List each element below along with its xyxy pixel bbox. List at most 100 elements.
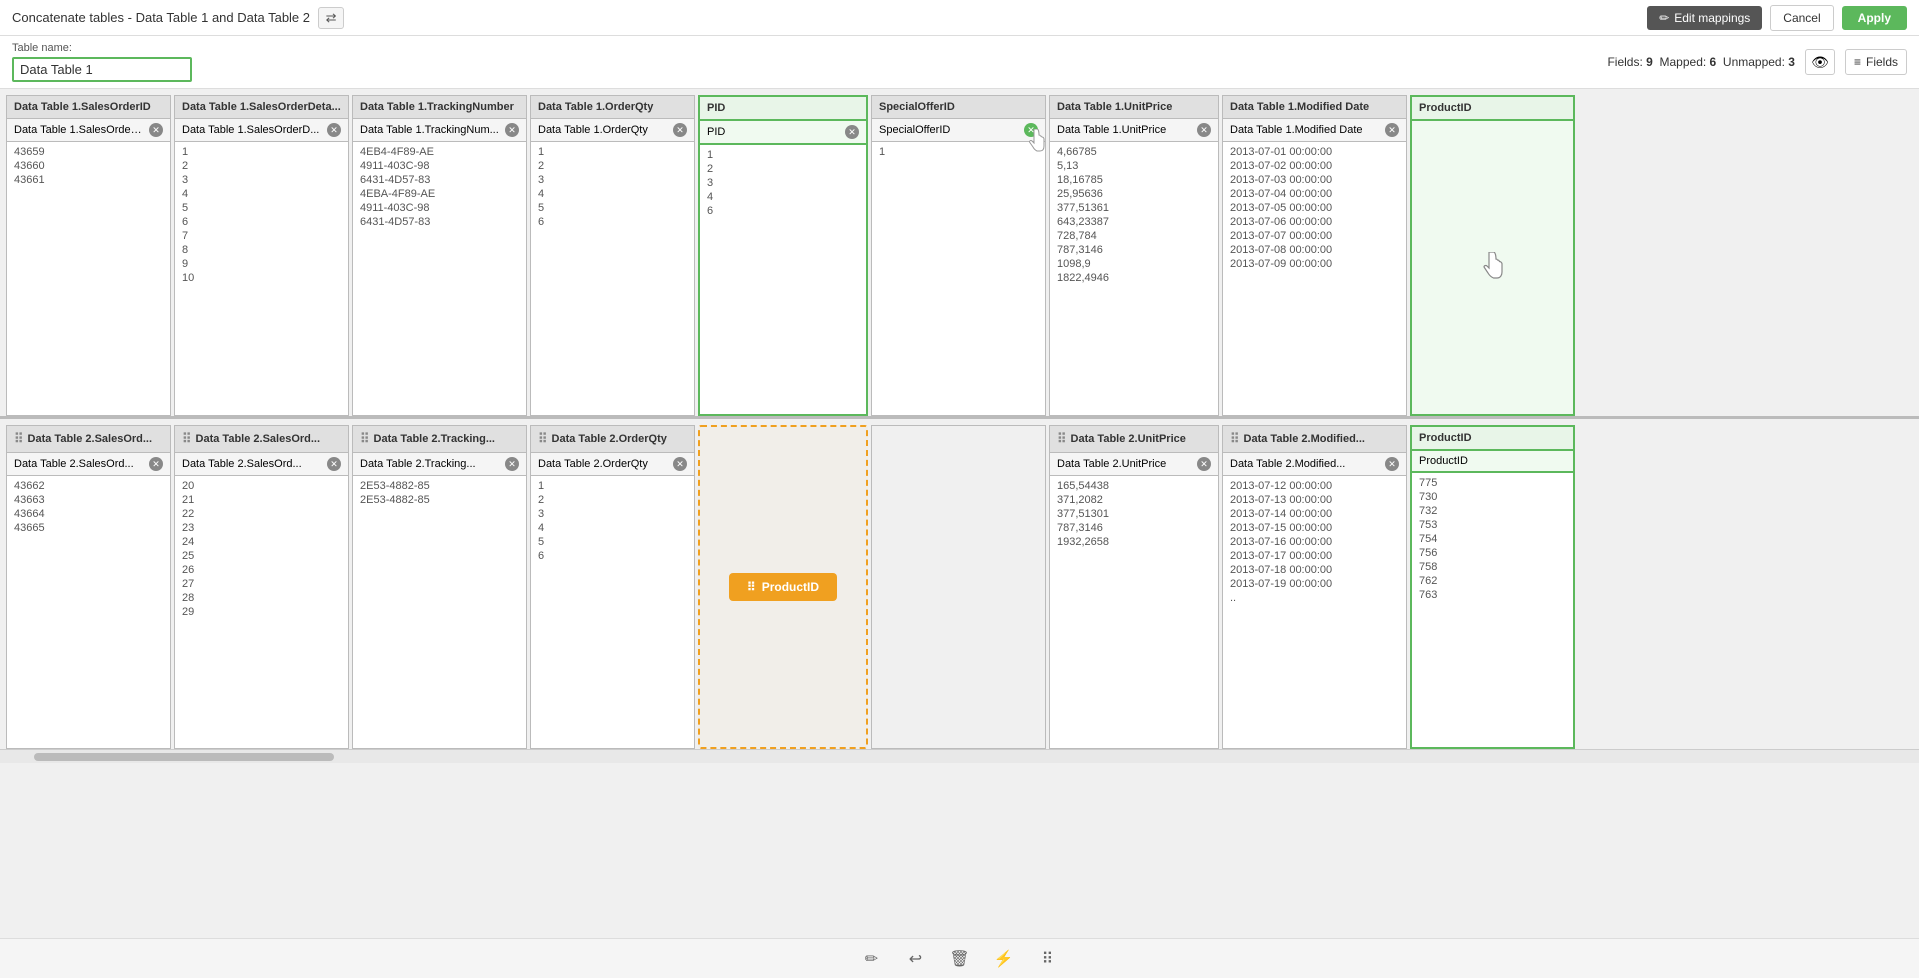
drag-badge: ⠿ ProductID	[729, 573, 837, 601]
top-columns-group: Data Table 1.SalesOrderID Data Table 1.S…	[0, 89, 1919, 419]
col-salesorderdetail-top: Data Table 1.SalesOrderDeta... Data Tabl…	[174, 95, 349, 416]
edit-toolbar-icon[interactable]: ✏	[858, 945, 886, 973]
col-data: 2013-07-01 00:00:00 2013-07-02 00:00:00 …	[1222, 142, 1407, 416]
drag-dots-icon: ⠿	[538, 431, 548, 447]
col-unitprice-top: Data Table 1.UnitPrice Data Table 1.Unit…	[1049, 95, 1219, 416]
close-icon[interactable]: ✕	[1197, 123, 1211, 137]
col-subheader: Data Table 1.SalesOrderD... ✕	[174, 119, 349, 142]
col-header: Data Table 1.SalesOrderID	[6, 95, 171, 119]
close-icon[interactable]: ✕	[1385, 123, 1399, 137]
col-productid-bottom: ProductID ProductID 775 730 732 753 754 …	[1410, 425, 1575, 749]
col-data: 1 2 3 4 5 6 7 8 9 10	[174, 142, 349, 416]
action-toolbar-icon[interactable]: ⚡	[990, 945, 1018, 973]
drag-dots-icon: ⠿	[182, 431, 192, 447]
col-subheader: Data Table 1.Modified Date ✕	[1222, 119, 1407, 142]
close-icon-green[interactable]: ✕	[1024, 123, 1038, 137]
col-productid-header: ProductID	[1410, 95, 1575, 121]
col-modifieddate-bottom: ⠿ Data Table 2.Modified... Data Table 2.…	[1222, 425, 1407, 749]
col-data: 2013-07-12 00:00:00 2013-07-13 00:00:00 …	[1222, 476, 1407, 749]
col-specialofferid-top: SpecialOfferID SpecialOfferID ✕ 1	[871, 95, 1046, 416]
main-area: Data Table 1.SalesOrderID Data Table 1.S…	[0, 89, 1919, 938]
close-icon[interactable]: ✕	[327, 123, 341, 137]
close-with-cursor: ✕	[1020, 123, 1038, 137]
col-header: Data Table 1.OrderQty	[530, 95, 695, 119]
hand-cursor-productid-icon	[1480, 252, 1506, 284]
pencil-icon: ✏	[1659, 11, 1669, 25]
close-icon[interactable]: ✕	[149, 123, 163, 137]
col-specialofferid-header: SpecialOfferID	[871, 95, 1046, 119]
drag-dots-icon: ⠿	[1057, 431, 1067, 447]
col-pid-subheader: PID ✕	[698, 121, 868, 145]
col-productid-empty	[1410, 121, 1575, 416]
undo-toolbar-icon[interactable]: ↩	[902, 945, 930, 973]
swap-button[interactable]: ⇄	[318, 7, 344, 29]
col-subheader: Data Table 2.OrderQty ✕	[530, 453, 695, 476]
close-icon[interactable]: ✕	[673, 123, 687, 137]
drop-zone[interactable]: ⠿ ProductID	[698, 425, 868, 749]
bottom-toolbar: ✏ ↩ 🗑 ⚡ ⠿	[0, 938, 1919, 978]
col-data: 165,54438 371,2082 377,51301 787,3146 19…	[1049, 476, 1219, 749]
table-name-section: Table name:	[12, 42, 192, 82]
col-header: Data Table 1.Modified Date	[1222, 95, 1407, 119]
top-bar: Concatenate tables - Data Table 1 and Da…	[0, 0, 1919, 36]
horizontal-scrollbar[interactable]	[0, 749, 1919, 763]
visibility-button[interactable]: 👁	[1805, 49, 1835, 75]
table-name-input[interactable]	[12, 57, 192, 82]
close-icon[interactable]: ✕	[327, 457, 341, 471]
col-header: ⠿ Data Table 2.Modified...	[1222, 425, 1407, 453]
col-header: ⠿ Data Table 2.Tracking...	[352, 425, 527, 453]
col-data: 1 2 3 4 5 6	[530, 142, 695, 416]
close-icon[interactable]: ✕	[673, 457, 687, 471]
table-name-label: Table name:	[12, 42, 192, 54]
col-productid-dropzone[interactable]: ⠿ ProductID	[698, 425, 868, 749]
col-header: ⠿ Data Table 2.SalesOrd...	[6, 425, 171, 453]
grid-toolbar-icon[interactable]: ⠿	[1034, 945, 1062, 973]
table-name-row: Table name: Fields: 9 Mapped: 6 Unmapped…	[0, 36, 1919, 89]
col-tracking-bottom: ⠿ Data Table 2.Tracking... Data Table 2.…	[352, 425, 527, 749]
col-data: 2E53-4882-85 2E53-4882-85	[352, 476, 527, 749]
col-modifieddate-top: Data Table 1.Modified Date Data Table 1.…	[1222, 95, 1407, 416]
col-pid-top: PID PID ✕ 1 2 3 4 6	[698, 95, 868, 416]
col-subheader: Data Table 1.OrderQty ✕	[530, 119, 695, 142]
col-data: 4EB4-4F89-AE 4911-403C-98 6431-4D57-83 4…	[352, 142, 527, 416]
col-data: 43659 43660 43661	[6, 142, 171, 416]
col-header: Data Table 1.TrackingNumber	[352, 95, 527, 119]
close-icon[interactable]: ✕	[505, 457, 519, 471]
col-data: 43662 43663 43664 43665	[6, 476, 171, 749]
col-productid-bottom-subheader: ProductID	[1410, 451, 1575, 473]
scroll-thumb[interactable]	[34, 753, 334, 761]
col-unitprice-bottom: ⠿ Data Table 2.UnitPrice Data Table 2.Un…	[1049, 425, 1219, 749]
col-orderqty-bottom: ⠿ Data Table 2.OrderQty Data Table 2.Ord…	[530, 425, 695, 749]
col-empty	[871, 425, 1046, 749]
close-icon[interactable]: ✕	[505, 123, 519, 137]
delete-toolbar-icon[interactable]: 🗑	[946, 945, 974, 973]
apply-button[interactable]: Apply	[1842, 6, 1907, 30]
col-pid-data: 1 2 3 4 6	[698, 145, 868, 416]
drag-dots-icon: ⠿	[1230, 431, 1240, 447]
close-icon[interactable]: ✕	[1385, 457, 1399, 471]
col-header: ⠿ Data Table 2.OrderQty	[530, 425, 695, 453]
close-icon[interactable]: ✕	[149, 457, 163, 471]
edit-mappings-button[interactable]: ✏ Edit mappings	[1647, 6, 1762, 30]
col-header: ⠿ Data Table 2.SalesOrd...	[174, 425, 349, 453]
col-specialofferid-data: 1	[871, 142, 1046, 416]
close-icon[interactable]: ✕	[1197, 457, 1211, 471]
col-pid-header: PID	[698, 95, 868, 121]
col-productid-top: ProductID	[1410, 95, 1575, 416]
cancel-button[interactable]: Cancel	[1770, 5, 1833, 31]
col-subheader: Data Table 2.Tracking... ✕	[352, 453, 527, 476]
top-bar-right: ✏ Edit mappings Cancel Apply	[1647, 5, 1907, 31]
col-trackingnumber-top: Data Table 1.TrackingNumber Data Table 1…	[352, 95, 527, 416]
col-subheader: Data Table 2.UnitPrice ✕	[1049, 453, 1219, 476]
col-orderqty-top: Data Table 1.OrderQty Data Table 1.Order…	[530, 95, 695, 416]
col-subheader: Data Table 2.Modified... ✕	[1222, 453, 1407, 476]
drag-dots-icon: ⠿	[360, 431, 370, 447]
fields-button[interactable]: ≡ Fields	[1845, 49, 1907, 75]
col-salesorderdetail-bottom: ⠿ Data Table 2.SalesOrd... Data Table 2.…	[174, 425, 349, 749]
col-salesorderid-top: Data Table 1.SalesOrderID Data Table 1.S…	[6, 95, 171, 416]
fields-info: Fields: 9 Mapped: 6 Unmapped: 3 👁 ≡ Fiel…	[1607, 49, 1907, 75]
close-icon[interactable]: ✕	[845, 125, 859, 139]
col-header: Data Table 1.UnitPrice	[1049, 95, 1219, 119]
col-subheader: Data Table 1.UnitPrice ✕	[1049, 119, 1219, 142]
col-productid-bottom-header: ProductID	[1410, 425, 1575, 451]
